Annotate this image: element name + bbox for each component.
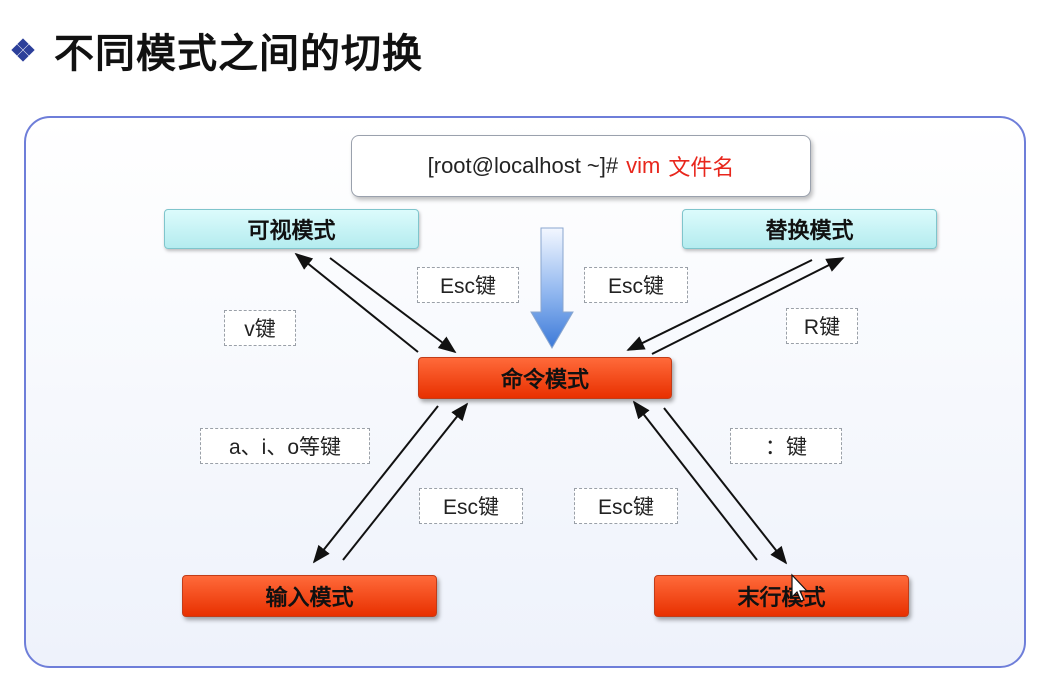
- cursor-layer: [791, 573, 809, 602]
- mouse-pointer-icon: [791, 573, 809, 602]
